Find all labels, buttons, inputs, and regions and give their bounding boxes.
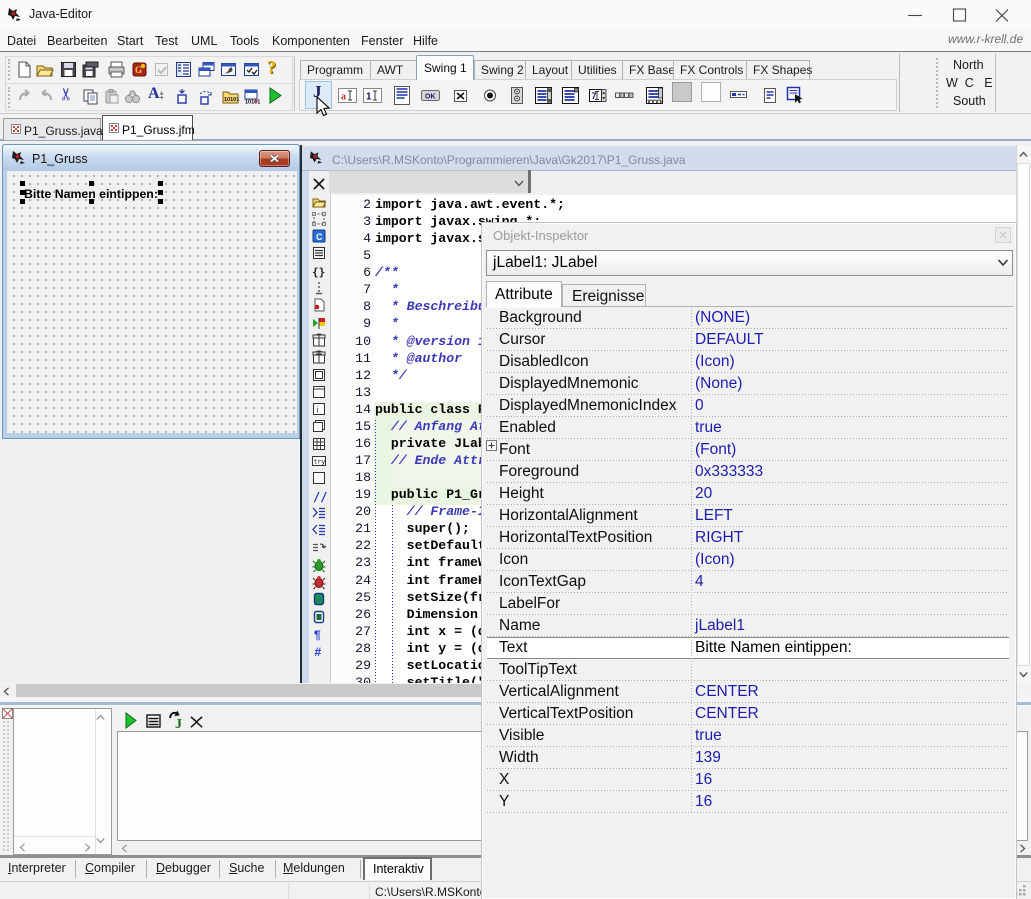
svg-text:try: try xyxy=(314,458,326,466)
svg-text:#: # xyxy=(315,645,322,659)
svg-text:C: C xyxy=(316,232,323,242)
svg-text:10101: 10101 xyxy=(224,97,239,103)
svg-text:10101: 10101 xyxy=(245,100,260,106)
svg-text:a: a xyxy=(341,92,346,103)
svg-text://: // xyxy=(313,490,327,504)
svg-text:{}: {} xyxy=(312,265,325,278)
svg-text:¶: ¶ xyxy=(314,628,321,642)
svg-text:i: i xyxy=(317,406,319,415)
svg-text:OK: OK xyxy=(425,94,436,101)
svg-text:J: J xyxy=(175,717,182,732)
svg-text:1: 1 xyxy=(366,92,372,103)
